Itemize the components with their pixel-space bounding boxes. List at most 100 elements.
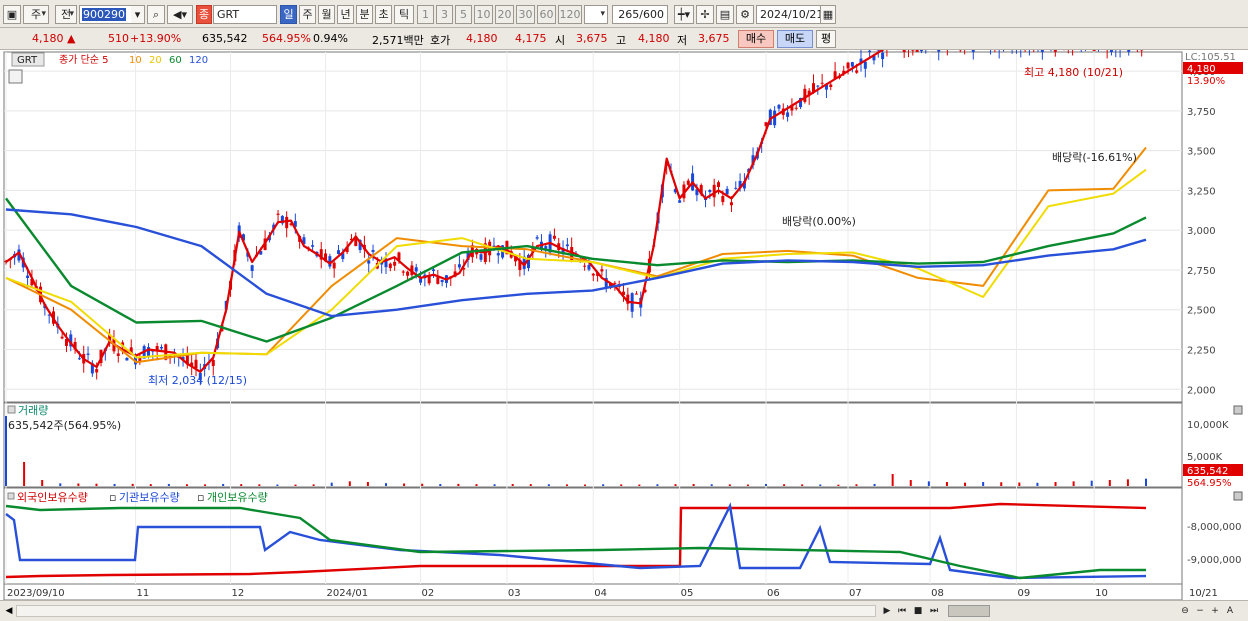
date-field[interactable]: 2024/10/21 — [756, 5, 824, 24]
date-tick-label: 02 — [422, 588, 435, 599]
candle-body — [116, 353, 120, 356]
interval-10-button[interactable]: 10 — [474, 5, 493, 24]
candle-body — [919, 35, 923, 52]
search-icon[interactable]: ⌕ — [147, 5, 165, 24]
volume-bar — [927, 481, 930, 486]
volume-bar — [185, 484, 188, 486]
volume-label: 635,542주(564.95%) — [8, 419, 121, 432]
dividend-annotation-1: 배당락(0.00%) — [782, 215, 856, 228]
candle-body — [125, 357, 129, 361]
scrollbar[interactable]: ◀ ▶ ⏮ ■ ⏭ ⊖ − + A — [0, 600, 1248, 621]
candle-body — [1040, 42, 1044, 52]
holdings-close-icon[interactable] — [1233, 491, 1243, 501]
calendar-icon[interactable]: ▦ — [820, 5, 836, 24]
candle-body — [552, 235, 556, 239]
candle-body — [565, 244, 569, 247]
legend-ma20: 20 — [149, 55, 162, 66]
avg-button[interactable]: 평 — [816, 30, 836, 48]
volume-bar — [493, 484, 496, 486]
interval-20-button[interactable]: 20 — [495, 5, 514, 24]
buy-button-label: 매수 — [745, 32, 767, 45]
quote-volume-ratio: 564.95% — [262, 32, 311, 45]
buy-button[interactable]: 매수 — [738, 30, 774, 48]
speaker-icon[interactable]: ◀▾ — [167, 5, 193, 24]
candle-body — [583, 265, 587, 267]
volume-bar — [1126, 479, 1129, 486]
date-tick-label: 05 — [681, 588, 694, 599]
interval-120-button[interactable]: 120 — [558, 5, 582, 24]
volume-bar — [1054, 482, 1057, 486]
volume-panel-icon[interactable] — [7, 405, 16, 414]
chart-menu-icon[interactable]: ▣ — [3, 5, 21, 24]
candle-type-icon[interactable]: ┿▾ — [674, 5, 694, 24]
interval-60-button[interactable]: 60 — [537, 5, 556, 24]
volume-bar — [511, 484, 514, 486]
period-week-button[interactable]: 주 — [299, 5, 316, 24]
interval-3-button[interactable]: 3 — [436, 5, 453, 24]
count-field[interactable]: 265/600 — [612, 5, 668, 24]
chart-area[interactable]: 2,000 2,250 2,500 2,750 3,000 3,250 3,500 3,750… — [0, 23, 1248, 603]
date-tick-label: 07 — [849, 588, 862, 599]
stop-icon[interactable]: ■ — [911, 604, 925, 618]
quote-amount: 2,571백만 — [372, 34, 424, 47]
candle-body — [591, 273, 595, 276]
scroll-thumb[interactable] — [948, 605, 990, 617]
high-annotation: 최고 4,180 (10/21) — [1024, 66, 1123, 79]
interval-30-label: 30 — [518, 8, 533, 21]
font-size-icon[interactable]: A — [1223, 604, 1237, 618]
scroll-right-icon[interactable]: ▶ — [880, 604, 894, 618]
stock-name-field[interactable]: GRT — [213, 5, 277, 24]
scroll-left-icon[interactable]: ◀ — [2, 604, 16, 618]
candle-body — [159, 346, 163, 349]
quote-high-label: 고 — [616, 34, 627, 47]
last-pct-label: 13.90% — [1187, 76, 1225, 87]
volume-bar — [801, 484, 804, 486]
volume-bar — [783, 484, 786, 486]
chart-svg[interactable]: 2,000 2,250 2,500 2,750 3,000 3,250 3,500 3,750… — [0, 23, 1248, 603]
prefix-select[interactable]: 전 — [55, 5, 77, 24]
interval-30-button[interactable]: 30 — [516, 5, 535, 24]
holdings-panel-icon[interactable] — [7, 492, 15, 500]
interval-5-button[interactable]: 5 — [455, 5, 472, 24]
gear-icon[interactable]: ⚙ — [736, 5, 754, 24]
volume-close-icon[interactable] — [1233, 405, 1243, 415]
grid-toggle-icon[interactable] — [8, 69, 23, 84]
volume-bar — [330, 482, 333, 486]
sell-button[interactable]: 매도 — [777, 30, 813, 48]
volume-bar — [1108, 480, 1111, 486]
period-minute-button[interactable]: 분 — [356, 5, 373, 24]
period-day-button[interactable]: 일 — [280, 5, 297, 24]
save-icon[interactable]: ▤ — [716, 5, 734, 24]
volume-bar — [276, 484, 279, 486]
interval-20-label: 20 — [497, 8, 512, 21]
candle-body — [902, 40, 906, 52]
candle-body — [937, 35, 941, 52]
candle-body — [794, 107, 798, 109]
rewind-icon[interactable]: ⏮ — [895, 604, 909, 618]
scroll-track[interactable] — [16, 605, 876, 617]
period-second-button[interactable]: 초 — [375, 5, 392, 24]
period-day-label: 일 — [283, 8, 294, 21]
period-year-button[interactable]: 년 — [337, 5, 354, 24]
candle-body — [393, 261, 397, 266]
zoom-plus-icon[interactable]: + — [1208, 604, 1222, 618]
crosshair-icon[interactable]: ✢ — [696, 5, 714, 24]
zoom-minus-icon[interactable]: − — [1193, 604, 1207, 618]
forward-icon[interactable]: ⏭ — [927, 604, 941, 618]
period-week-select[interactable]: 주 — [23, 5, 49, 24]
price-tick-label: 2,000 — [1187, 385, 1216, 396]
volume-bar — [366, 482, 369, 486]
period-tick-button[interactable]: 틱 — [394, 5, 414, 24]
legend-ma60: 60 — [169, 55, 182, 66]
volume-title: 거래량 — [18, 404, 48, 417]
volume-bar — [638, 484, 641, 486]
candle-body — [734, 187, 738, 189]
interval-1-button[interactable]: 1 — [417, 5, 434, 24]
volume-bar — [312, 484, 315, 486]
stock-code-dropdown[interactable]: ▾ — [131, 5, 145, 24]
interval-custom-select[interactable] — [584, 5, 608, 24]
volume-bar — [728, 484, 731, 486]
period-month-button[interactable]: 월 — [318, 5, 335, 24]
zoom-out-icon[interactable]: ⊖ — [1178, 604, 1192, 618]
interval-3-label: 3 — [441, 8, 448, 21]
